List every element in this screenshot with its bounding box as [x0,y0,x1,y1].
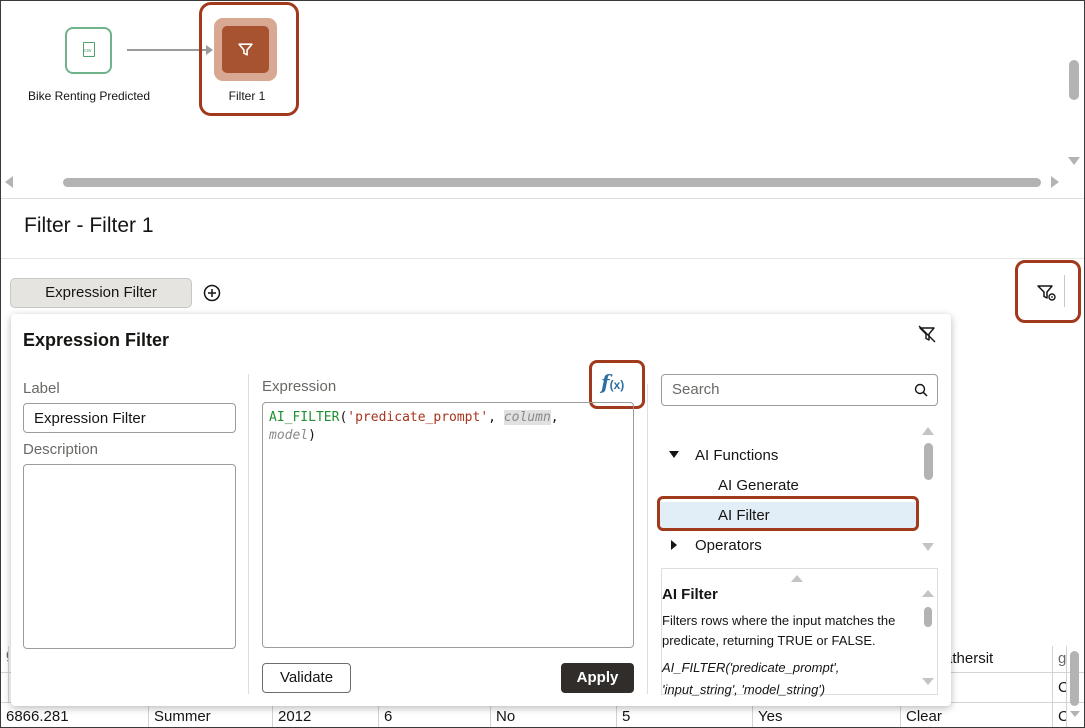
expression-editor[interactable]: AI_FILTER('predicate_prompt', column, mod… [262,402,634,648]
label-field[interactable]: Expression Filter [23,403,236,433]
clear-filter-icon[interactable] [917,324,937,344]
column-divider [647,384,648,694]
table-cell [941,673,1053,702]
flow-canvas[interactable]: Bike Renting Predicted Filter 1 [1,1,1084,194]
table-cell: 6 [379,703,491,727]
tree-scroll-down-icon[interactable] [922,543,934,551]
table-header-cell[interactable]: g [1,646,9,672]
popup-title: Expression Filter [23,330,170,350]
step-title: Filter - Filter 1 [24,214,154,237]
description-caption: Description [23,441,99,458]
expr-string-token: 'predicate_prompt' [347,410,489,425]
help-collapse-icon[interactable] [791,575,803,582]
apply-button[interactable]: Apply [561,663,634,693]
canvas-vertical-scrollbar[interactable] [1069,60,1079,100]
divider [1,198,1084,199]
fx-icon-sub: (x) [609,378,625,392]
function-picker-button[interactable]: f(x) [601,370,624,394]
csv-file-icon [83,42,95,57]
table-cell: C [1053,703,1067,727]
help-scrollbar[interactable] [924,607,932,627]
collapsed-caret-icon[interactable] [671,540,677,550]
help-signature-line: AI_FILTER('predicate_prompt', [662,660,840,675]
table-cell: No [491,703,617,727]
table-vertical-scrollbar[interactable] [1070,651,1079,706]
table-cell: Clear [901,703,1053,727]
ai-filter-highlight [657,496,919,531]
table-cell: 2012 [273,703,379,727]
tree-group-ai-functions[interactable]: AI Functions [695,447,778,464]
tree-scroll-up-icon[interactable] [922,427,934,435]
label-caption: Label [23,380,60,397]
scroll-right-arrow-icon[interactable] [1051,176,1059,188]
help-signature-line: 'input_string', 'model_string') [662,682,826,697]
table-header-cell[interactable]: g [1053,646,1067,672]
expr-function-token: AI_FILTER [269,410,340,425]
table-cell: Summer [149,703,273,727]
validate-button[interactable]: Validate [262,663,351,693]
search-icon[interactable] [914,383,928,397]
table-cell: Yes [753,703,901,727]
help-scroll-up-icon[interactable] [922,590,934,597]
help-description: Filters rows where the input matches the… [662,613,896,648]
tree-scrollbar[interactable] [924,443,933,480]
table-cell [1,673,9,702]
expr-separator-token: , [488,410,504,425]
expr-placeholder-column[interactable]: column [503,410,551,425]
plus-circle-icon[interactable] [202,283,222,303]
help-signature: AI_FILTER('predicate_prompt', 'input_str… [662,657,912,701]
expression-filter-tab[interactable]: Expression Filter [10,278,192,308]
description-field[interactable] [23,464,236,649]
help-scroll-down-icon[interactable] [922,678,934,685]
table-row: 6866.281 Summer 2012 6 No 5 Yes Clear C [1,703,1084,727]
filter-node-highlight [199,2,299,116]
scroll-down-arrow-icon[interactable] [1070,711,1080,717]
function-search-input[interactable]: Search [661,374,938,406]
canvas-horizontal-scrollbar[interactable] [63,178,1041,187]
expr-placeholder-model[interactable]: model [269,428,308,443]
tree-item-ai-generate[interactable]: AI Generate [718,477,799,494]
expression-filter-popup: Expression Filter Label Expression Filte… [11,314,951,706]
filter-settings-icon[interactable] [1036,283,1058,303]
expr-paren-token: ) [308,428,316,443]
fx-icon: f [601,370,610,394]
table-cell: 6866.281 [1,703,149,727]
column-divider [248,374,249,694]
help-title: AI Filter [662,586,718,603]
expanded-caret-icon[interactable] [669,451,679,458]
app-window: Bike Renting Predicted Filter 1 Filter -… [0,0,1085,728]
scroll-left-arrow-icon[interactable] [5,176,13,188]
toolbar-separator [1064,275,1065,307]
table-cell: 5 [617,703,753,727]
table-cell: C [1053,673,1067,702]
expression-caption: Expression [262,378,337,395]
table-header-cell[interactable]: athersit [941,646,1053,672]
source-node-label: Bike Renting Predicted [27,89,151,103]
expr-separator-token: , [550,410,559,425]
source-node-bike-renting[interactable] [65,27,112,74]
tree-group-operators[interactable]: Operators [695,537,762,554]
divider [1,258,1084,259]
scroll-down-arrow-icon[interactable] [1068,157,1080,165]
